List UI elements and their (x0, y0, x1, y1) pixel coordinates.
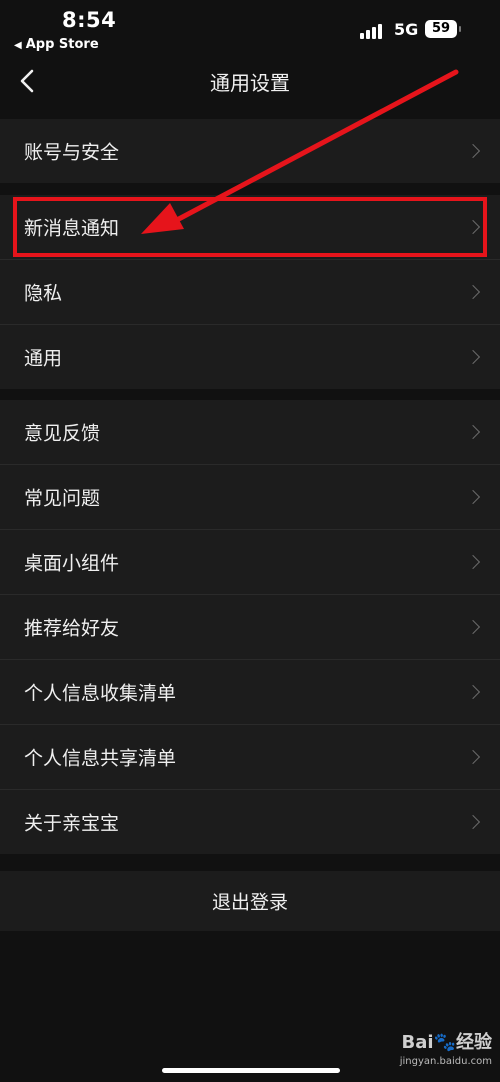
chevron-right-icon (465, 619, 481, 635)
chevron-right-icon (465, 489, 481, 505)
chevron-right-icon (465, 749, 481, 765)
chevron-right-icon (465, 143, 481, 159)
watermark: Bai🐾经验 jingyan.baidu.com (400, 1028, 492, 1067)
settings-row-faq[interactable]: 常见问题 (0, 465, 500, 530)
battery-level: 59 (431, 21, 451, 36)
chevron-right-icon (465, 554, 481, 570)
home-indicator[interactable] (162, 1068, 340, 1073)
settings-row-account-security[interactable]: 账号与安全 (0, 119, 500, 183)
settings-row-recommend-friends[interactable]: 推荐给好友 (0, 595, 500, 660)
battery-icon: 59 (425, 20, 461, 38)
chevron-right-icon (465, 284, 481, 300)
row-label: 意见反馈 (24, 422, 101, 445)
row-label: 个人信息共享清单 (24, 747, 177, 770)
network-type: 5G (394, 20, 419, 39)
back-to-app-store-link[interactable]: ◀ App Store (14, 37, 99, 52)
settings-row-about[interactable]: 关于亲宝宝 (0, 790, 500, 854)
row-label: 隐私 (24, 282, 63, 305)
navigation-bar: 通用设置 (0, 56, 500, 106)
chevron-right-icon (465, 424, 481, 440)
watermark-brand: Bai (401, 1032, 434, 1053)
settings-row-privacy[interactable]: 隐私 (0, 260, 500, 325)
row-label: 常见问题 (24, 487, 101, 510)
back-app-label: App Store (25, 37, 99, 52)
settings-row-general[interactable]: 通用 (0, 325, 500, 389)
logout-button[interactable]: 退出登录 (0, 871, 500, 931)
row-label: 关于亲宝宝 (24, 812, 120, 835)
cellular-signal-icon (360, 23, 386, 39)
settings-row-widgets[interactable]: 桌面小组件 (0, 530, 500, 595)
settings-row-info-collection-list[interactable]: 个人信息收集清单 (0, 660, 500, 725)
watermark-site: jingyan.baidu.com (399, 1056, 492, 1067)
row-label: 账号与安全 (24, 141, 120, 164)
watermark-brand-suffix: 经验 (456, 1032, 492, 1053)
settings-row-feedback[interactable]: 意见反馈 (0, 400, 500, 465)
annotation-highlight-box (13, 197, 487, 257)
row-label: 桌面小组件 (24, 552, 120, 575)
chevron-right-icon (465, 349, 481, 365)
page-title: 通用设置 (210, 71, 290, 95)
status-bar: 8:54 ◀ App Store 5G 59 (0, 0, 500, 56)
settings-group-support: 意见反馈 常见问题 桌面小组件 推荐给好友 个人信息收集清单 个人信息共享清单 … (0, 400, 500, 854)
settings-group-account: 账号与安全 (0, 119, 500, 183)
status-time: 8:54 (62, 8, 117, 32)
logout-label: 退出登录 (211, 891, 288, 914)
chevron-right-icon (465, 814, 481, 830)
back-triangle-icon: ◀ (14, 40, 22, 51)
row-label: 通用 (24, 347, 63, 370)
settings-row-info-sharing-list[interactable]: 个人信息共享清单 (0, 725, 500, 790)
chevron-right-icon (465, 684, 481, 700)
row-label: 个人信息收集清单 (24, 682, 177, 705)
row-label: 推荐给好友 (24, 617, 120, 640)
paw-icon: 🐾 (433, 1032, 456, 1053)
